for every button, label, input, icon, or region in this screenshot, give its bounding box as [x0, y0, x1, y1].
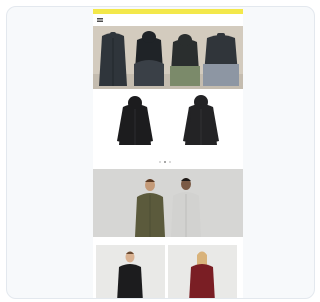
- pagination-dot-2[interactable]: [164, 161, 166, 163]
- product-card-1-name[interactable]: [115, 149, 155, 153]
- models-banner-image[interactable]: [93, 169, 243, 237]
- pagination-dot-3[interactable]: [169, 161, 171, 163]
- hero-image[interactable]: [93, 26, 243, 89]
- preview-card: [6, 6, 315, 299]
- black-hoodie-jacket-back: [183, 95, 219, 145]
- menu-icon[interactable]: [97, 17, 103, 23]
- brand-logo[interactable]: [138, 16, 198, 24]
- top-navigation: [93, 14, 243, 32]
- account-icon[interactable]: [228, 17, 233, 32]
- bag-icon[interactable]: [235, 17, 240, 32]
- product-grid: [96, 245, 237, 299]
- product-carousel: [93, 89, 243, 169]
- product-card-2-name[interactable]: [181, 149, 221, 153]
- hero-jacket-1: [99, 32, 127, 86]
- pagination-dot-1[interactable]: [159, 161, 161, 163]
- grid-item-burgundy-jacket[interactable]: [168, 245, 237, 299]
- hero-jacket-3: [170, 34, 200, 86]
- grid-item-black-jacket[interactable]: [96, 245, 165, 299]
- carousel-pagination: [159, 161, 171, 163]
- hero-jacket-4: [203, 33, 239, 86]
- mobile-storefront: [93, 9, 243, 299]
- search-icon[interactable]: [221, 17, 226, 32]
- nav-icon-group: [221, 17, 240, 32]
- product-card-2-image[interactable]: [93, 89, 243, 149]
